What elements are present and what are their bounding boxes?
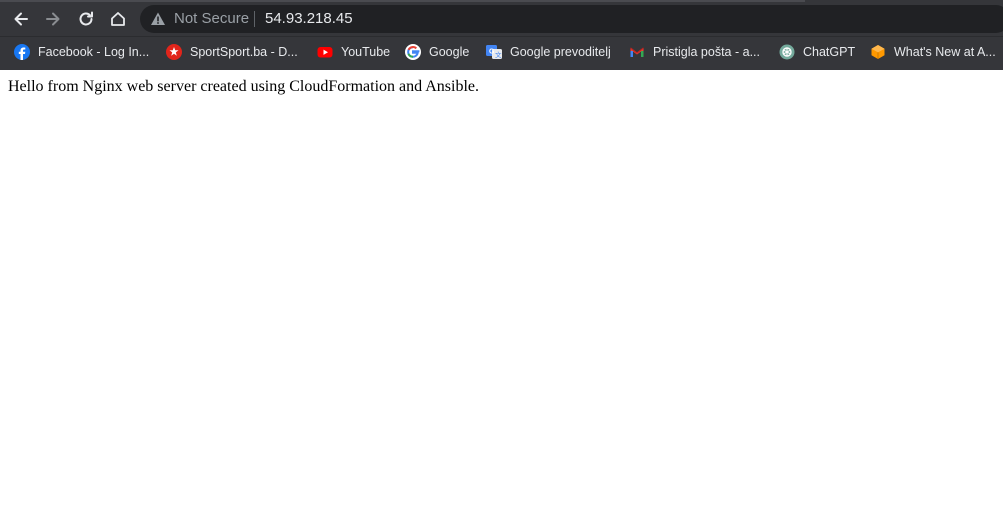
bookmark-sportsport[interactable]: SportSport.ba - D...	[166, 41, 298, 63]
back-button[interactable]	[8, 6, 34, 32]
reload-button[interactable]	[73, 6, 99, 32]
bookmark-gmail[interactable]: Pristigla pošta - a...	[629, 41, 760, 63]
facebook-icon	[14, 44, 30, 60]
google-icon	[405, 44, 421, 60]
bookmark-aws-whats-new[interactable]: What's New at A...	[870, 41, 996, 63]
bookmark-facebook[interactable]: Facebook - Log In...	[14, 41, 149, 63]
omnibox-divider	[254, 11, 255, 27]
browser-toolbar: Not Secure 54.93.218.45	[0, 2, 1003, 36]
chatgpt-icon	[779, 44, 795, 60]
aws-icon	[871, 45, 885, 59]
url-text[interactable]: 54.93.218.45	[265, 9, 353, 29]
home-button[interactable]	[105, 6, 131, 32]
bookmark-label: Pristigla pošta - a...	[653, 45, 760, 59]
bookmark-google-translate[interactable]: G 文 Google prevoditelj	[486, 41, 611, 63]
bookmark-label: ChatGPT	[803, 45, 856, 59]
home-icon	[111, 12, 125, 26]
body-text: Hello from Nginx web server created usin…	[8, 78, 480, 95]
gmail-icon	[630, 47, 644, 57]
bookmark-google[interactable]: Google	[405, 41, 469, 63]
address-bar[interactable]: Not Secure 54.93.218.45	[140, 5, 1003, 33]
bookmark-chatgpt[interactable]: ChatGPT	[779, 41, 855, 63]
google-translate-icon: G 文	[486, 45, 502, 59]
svg-text:文: 文	[495, 50, 502, 59]
bookmark-label: YouTube	[341, 45, 391, 59]
page-content: Hello from Nginx web server created usin…	[0, 70, 1003, 508]
youtube-icon	[317, 47, 333, 58]
forward-button[interactable]	[40, 6, 66, 32]
arrow-left-icon	[14, 12, 28, 26]
warning-icon[interactable]	[150, 11, 166, 27]
bookmark-label: Facebook - Log In...	[38, 45, 150, 59]
security-status[interactable]: Not Secure	[174, 9, 249, 29]
arrow-right-icon	[46, 12, 60, 26]
bookmark-label: SportSport.ba - D...	[190, 45, 298, 59]
bookmark-label: Google prevoditelj	[510, 45, 611, 59]
bookmarks-bar: Facebook - Log In... SportSport.ba - D..…	[0, 36, 1003, 67]
browser-chrome: Not Secure 54.93.218.45 Facebook - Log I…	[0, 0, 1003, 70]
reload-icon	[79, 11, 93, 26]
sportsport-icon	[166, 44, 182, 60]
bookmark-youtube[interactable]: YouTube	[317, 41, 390, 63]
bookmark-label: What's New at A...	[894, 45, 996, 59]
bookmark-label: Google	[429, 45, 470, 59]
